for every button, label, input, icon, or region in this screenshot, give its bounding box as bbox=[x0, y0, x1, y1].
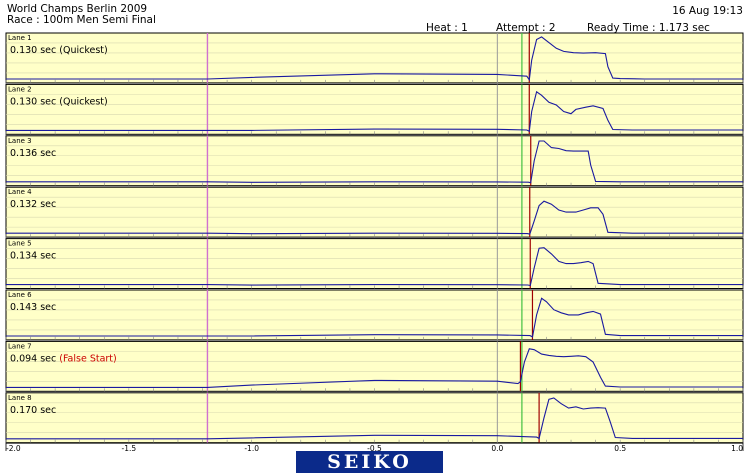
lane-label: Lane 3 bbox=[8, 137, 32, 145]
lane-label: Lane 4 bbox=[8, 188, 32, 196]
lane-label: Lane 8 bbox=[8, 394, 32, 402]
reaction-time: 0.136 sec bbox=[10, 148, 56, 159]
reaction-time: 0.143 sec bbox=[10, 302, 56, 313]
reaction-trace-chart: Lane 1 0.130 sec (Quickest) Lane 2 0.130 se… bbox=[5, 32, 744, 451]
lane-label: Lane 1 bbox=[8, 34, 32, 42]
lane-panel bbox=[5, 186, 744, 238]
x-tick-label: -1.5 bbox=[122, 444, 137, 451]
x-tick-label: -0.5 bbox=[367, 444, 382, 451]
reaction-time: 0.130 sec (Quickest) bbox=[10, 45, 108, 56]
lane-panel bbox=[5, 238, 744, 290]
reaction-time: 0.130 sec (Quickest) bbox=[10, 96, 108, 107]
x-tick-label: 1.0 bbox=[731, 444, 743, 451]
reaction-time: 0.170 sec bbox=[10, 405, 56, 416]
reaction-time: 0.134 sec bbox=[10, 251, 56, 262]
x-tick-label: 0.0 bbox=[491, 444, 503, 451]
reaction-time: 0.132 sec bbox=[10, 199, 56, 210]
x-tick-label: 0.5 bbox=[614, 444, 626, 451]
lane-panel bbox=[5, 340, 744, 392]
x-tick-label: -2.0 bbox=[6, 444, 21, 451]
lane-label: Lane 7 bbox=[8, 342, 32, 350]
reaction-time: 0.094 sec (False Start) bbox=[10, 353, 117, 364]
lane-panel bbox=[5, 289, 744, 341]
lane-panel bbox=[5, 83, 744, 135]
lane-label: Lane 6 bbox=[8, 291, 32, 299]
lane-panel bbox=[5, 135, 744, 187]
seiko-logo: SEIKO bbox=[296, 451, 443, 473]
seiko-logo-text: SEIKO bbox=[327, 451, 412, 473]
lane-label: Lane 5 bbox=[8, 240, 32, 248]
x-tick-label: -1.0 bbox=[244, 444, 259, 451]
lane-panel bbox=[5, 32, 744, 84]
lane-label: Lane 2 bbox=[8, 85, 32, 93]
